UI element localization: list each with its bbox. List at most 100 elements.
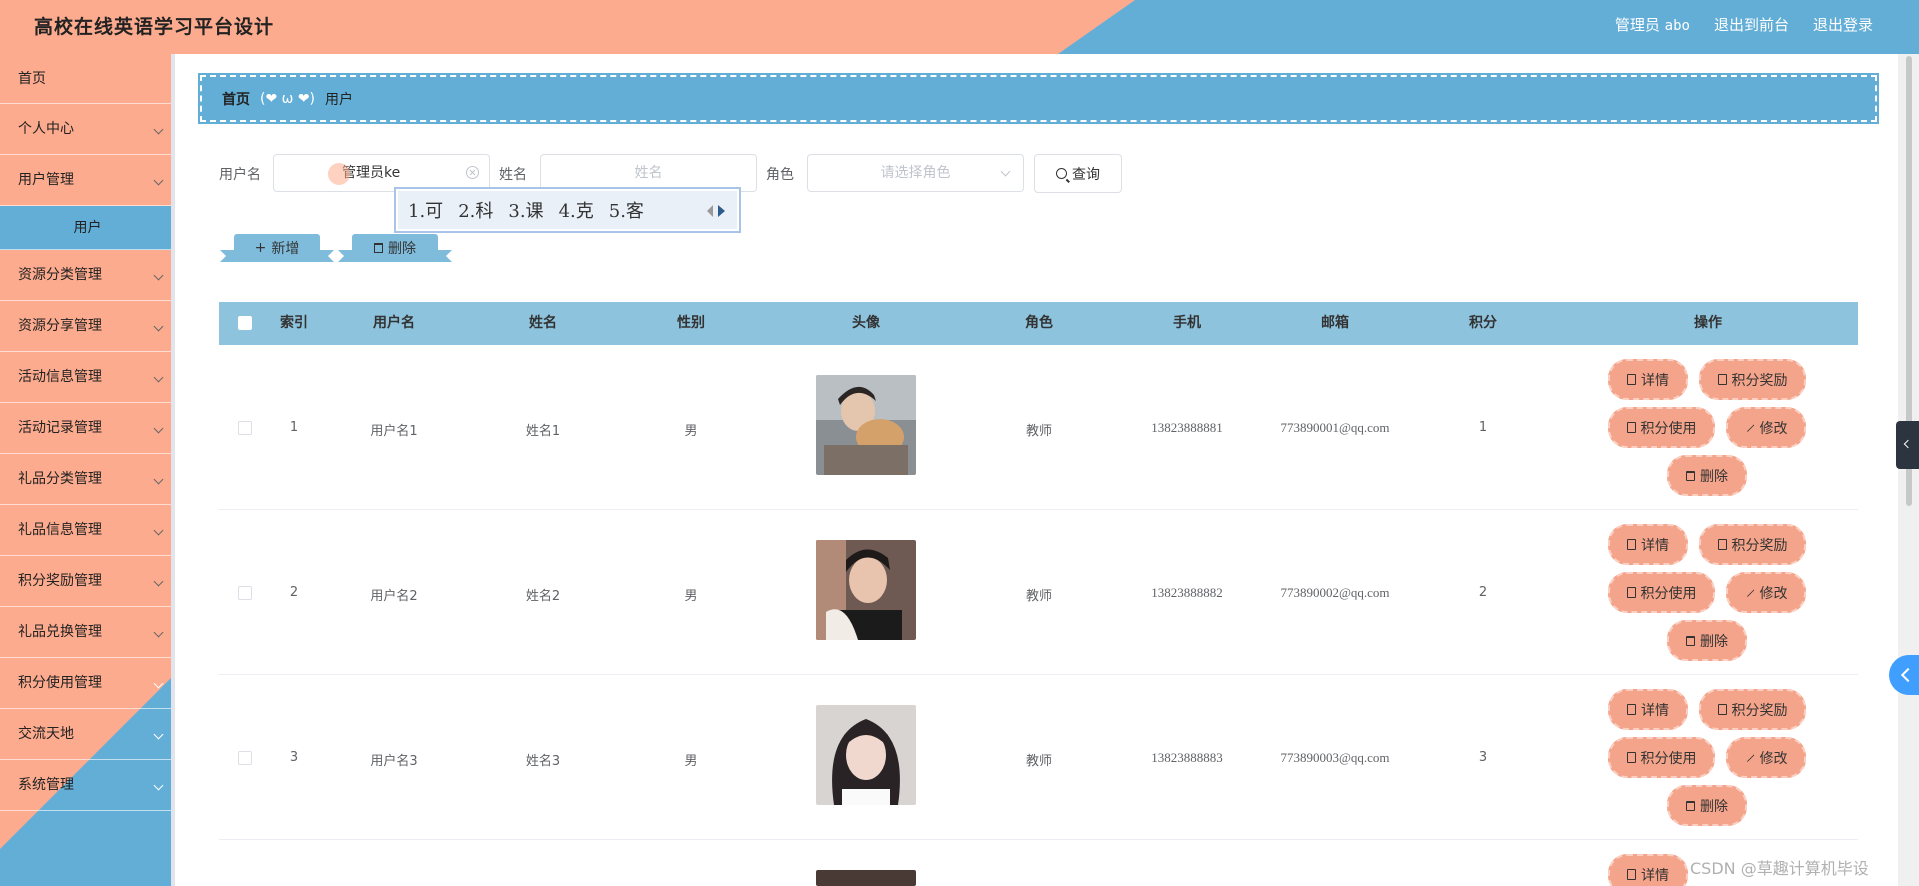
- document-icon: [1627, 539, 1636, 550]
- chevron-down-icon: [153, 780, 164, 791]
- column-header[interactable]: 头像: [852, 302, 880, 345]
- edit-button[interactable]: 修改: [1726, 737, 1806, 778]
- cell-username: 用户名1: [370, 424, 418, 439]
- ime-candidate[interactable]: 5.客: [609, 197, 644, 223]
- back-to-front-link[interactable]: 退出到前台: [1714, 14, 1789, 35]
- edit-button[interactable]: 修改: [1726, 407, 1806, 448]
- ime-candidate[interactable]: 1.可: [408, 197, 443, 223]
- clear-icon[interactable]: [466, 166, 479, 179]
- sidebar-menu: 首页 个人中心 用户管理 用户 资源分类管理 资源分享管理 活动信息管理 活动记…: [0, 54, 175, 811]
- cell-points: 1: [1478, 420, 1488, 435]
- cell-role: 教师: [1025, 424, 1053, 439]
- sidebar-item-label: 礼品信息管理: [18, 522, 102, 538]
- add-button[interactable]: + 新增: [234, 234, 320, 262]
- column-header[interactable]: 邮箱: [1321, 302, 1349, 345]
- sidebar-item-activity-info[interactable]: 活动信息管理: [0, 352, 175, 403]
- cell-username: 用户名2: [370, 589, 418, 604]
- sidebar-item-resource-share[interactable]: 资源分享管理: [0, 301, 175, 352]
- user-role: 管理员: [1614, 16, 1660, 34]
- query-button-label: 查询: [1072, 166, 1100, 183]
- sidebar-item-home[interactable]: 首页: [0, 54, 175, 104]
- delete-button-label: 删除: [1700, 633, 1728, 650]
- points-use-button[interactable]: 积分使用: [1608, 407, 1715, 448]
- column-header[interactable]: 手机: [1173, 302, 1201, 345]
- trash-icon: [1686, 470, 1695, 481]
- delete-button[interactable]: 删除: [1667, 455, 1747, 496]
- sidebar-item-personal[interactable]: 个人中心: [0, 104, 175, 155]
- chevron-down-icon: [1000, 166, 1011, 177]
- sidebar-item-points-reward[interactable]: 积分奖励管理: [0, 556, 175, 607]
- document-icon: [1627, 869, 1636, 880]
- column-header[interactable]: 积分: [1469, 302, 1497, 345]
- role-select[interactable]: 请选择角色: [807, 154, 1024, 192]
- sidebar-item-gift-category[interactable]: 礼品分类管理: [0, 454, 175, 505]
- sidebar-item-gift-info[interactable]: 礼品信息管理: [0, 505, 175, 556]
- ime-candidate-popup: 1.可 2.科 3.课 4.克 5.客: [394, 187, 741, 233]
- detail-button[interactable]: 详情: [1608, 359, 1688, 400]
- next-page-icon[interactable]: [718, 205, 725, 217]
- column-header[interactable]: 性别: [677, 302, 705, 345]
- sidebar-item-label: 首页: [18, 71, 46, 87]
- delete-button[interactable]: 删除: [1667, 785, 1747, 826]
- sidebar-item-system[interactable]: 系统管理: [0, 760, 175, 811]
- chevron-down-icon: [153, 175, 164, 186]
- column-header[interactable]: 角色: [1025, 302, 1053, 345]
- ime-candidate[interactable]: 4.克: [559, 197, 594, 223]
- sidebar-item-forum[interactable]: 交流天地: [0, 709, 175, 760]
- float-collapse-button[interactable]: [1889, 655, 1919, 695]
- sidebar-item-activity-record[interactable]: 活动记录管理: [0, 403, 175, 454]
- column-header[interactable]: 操作: [1694, 302, 1722, 345]
- cell-gender: 男: [684, 754, 698, 769]
- logout-link[interactable]: 退出登录: [1813, 14, 1873, 35]
- points-reward-button[interactable]: 积分奖励: [1699, 524, 1806, 565]
- sidebar-item-label: 用户管理: [18, 172, 74, 188]
- column-header[interactable]: 用户名: [373, 302, 415, 345]
- edit-icon: [1744, 422, 1755, 433]
- sidebar-edge: [171, 54, 175, 886]
- column-header[interactable]: 索引: [280, 302, 308, 345]
- ime-candidate[interactable]: 2.科: [458, 197, 493, 223]
- detail-button[interactable]: 详情: [1608, 524, 1688, 565]
- cell-name: 姓名3: [525, 754, 561, 769]
- edit-icon: [1744, 752, 1755, 763]
- cell-role: 教师: [1025, 754, 1053, 769]
- prev-page-icon[interactable]: [707, 205, 713, 217]
- column-header[interactable]: 姓名: [529, 302, 557, 345]
- delete-button-label: 删除: [1700, 468, 1728, 485]
- sidebar-item-label: 用户: [73, 220, 102, 236]
- row-checkbox[interactable]: [238, 586, 252, 600]
- detail-button-label: 详情: [1641, 702, 1669, 719]
- document-icon: [1626, 422, 1636, 433]
- edit-button-label: 修改: [1759, 750, 1788, 767]
- query-button[interactable]: 查询: [1034, 154, 1122, 193]
- document-icon: [1717, 539, 1727, 550]
- detail-button-label: 详情: [1641, 867, 1669, 884]
- points-reward-button[interactable]: 积分奖励: [1699, 689, 1806, 730]
- document-icon: [1626, 752, 1636, 763]
- cell-index: 1: [289, 420, 299, 435]
- row-checkbox[interactable]: [238, 751, 252, 765]
- detail-button[interactable]: 详情: [1608, 854, 1688, 886]
- cell-phone: 13823888881: [1151, 420, 1223, 435]
- edit-button[interactable]: 修改: [1726, 572, 1806, 613]
- points-use-button[interactable]: 积分使用: [1608, 572, 1715, 613]
- sidebar-subitem-user[interactable]: 用户: [0, 206, 175, 250]
- row-checkbox[interactable]: [238, 421, 252, 435]
- delete-selected-button[interactable]: 删除: [352, 234, 438, 262]
- sidebar-item-gift-exchange[interactable]: 礼品兑换管理: [0, 607, 175, 658]
- side-panel-toggle[interactable]: [1896, 421, 1919, 469]
- points-reward-button[interactable]: 积分奖励: [1699, 359, 1806, 400]
- sidebar-item-resource-category[interactable]: 资源分类管理: [0, 250, 175, 301]
- sidebar-item-user-management[interactable]: 用户管理: [0, 155, 175, 206]
- points-use-button[interactable]: 积分使用: [1608, 737, 1715, 778]
- detail-button[interactable]: 详情: [1608, 689, 1688, 730]
- ime-candidate[interactable]: 3.课: [508, 197, 543, 223]
- sidebar-item-label: 活动信息管理: [18, 369, 102, 385]
- delete-button[interactable]: 删除: [1667, 620, 1747, 661]
- role-label: 角色: [766, 167, 794, 183]
- sidebar-item-points-use[interactable]: 积分使用管理: [0, 658, 175, 709]
- table-row: 1 用户名1 姓名1 男 教师 13823888881 773890001@qq…: [219, 345, 1858, 510]
- cell-index: 3: [289, 750, 299, 765]
- breadcrumb-home[interactable]: 首页: [222, 89, 250, 109]
- select-all-checkbox[interactable]: [238, 316, 252, 330]
